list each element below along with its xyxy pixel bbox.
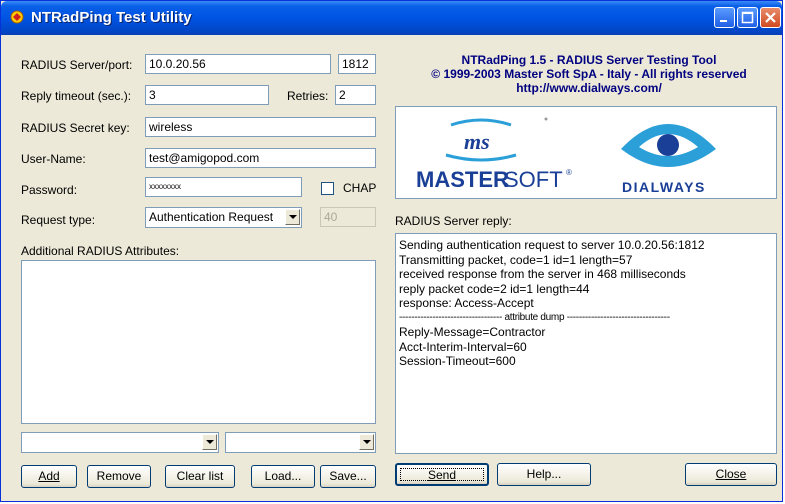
password-label: Password: — [21, 183, 78, 197]
chevron-down-icon[interactable] — [285, 209, 300, 225]
username-label: User-Name: — [21, 152, 86, 166]
close-button-label: Close — [715, 467, 747, 481]
mastersoft-logo-soft: SOFT — [504, 167, 563, 192]
request-code-input: 40 — [320, 207, 376, 227]
reply-line: reply packet code=2 id=1 length=44 — [399, 281, 590, 296]
attributes-label: Additional RADIUS Attributes: — [21, 244, 180, 258]
svg-text:®: ® — [566, 168, 572, 177]
send-button[interactable]: Send — [395, 463, 489, 486]
title-bar[interactable]: NTRadPing Test Utility — [1, 1, 782, 35]
header-line-3: http://www.dialways.com/ — [516, 81, 662, 95]
add-button-label: Add — [38, 469, 60, 483]
close-window-button[interactable] — [760, 7, 781, 28]
help-button[interactable]: Help... — [497, 463, 591, 486]
server-port-label: RADIUS Server/port: — [21, 58, 133, 72]
add-button[interactable]: Add — [21, 465, 77, 488]
chevron-down-icon[interactable] — [202, 434, 217, 450]
header-info: NTRadPing 1.5 - RADIUS Server Testing To… — [395, 53, 783, 95]
attributes-list[interactable] — [21, 260, 376, 424]
reply-line: Sending authentication request to server… — [399, 238, 705, 252]
save-button[interactable]: Save... — [320, 465, 376, 488]
server-port-input[interactable]: 1812 — [338, 54, 376, 74]
maximize-button[interactable] — [737, 7, 758, 28]
header-line-1: NTRadPing 1.5 - RADIUS Server Testing To… — [461, 53, 717, 67]
reply-line: Transmitting packet, code=1 id=1 length=… — [399, 252, 633, 267]
logo-panel: ms MASTER SOFT ® DIALWAYS — [395, 106, 777, 199]
clear-list-button[interactable]: Clear list — [165, 465, 235, 488]
dialways-logo-text: DIALWAYS — [622, 179, 706, 195]
send-button-label: Send — [427, 468, 457, 482]
close-button[interactable]: Close — [685, 463, 777, 486]
help-button-label: Help... — [526, 467, 562, 481]
chevron-down-icon[interactable] — [359, 434, 374, 450]
window-title: NTRadPing Test Utility — [31, 9, 192, 26]
request-type-value: Authentication Request — [149, 210, 274, 224]
secret-key-input[interactable]: wireless — [145, 117, 376, 137]
request-type-select[interactable]: Authentication Request — [145, 207, 302, 228]
reply-line: ---------------------------------- attri… — [399, 311, 670, 323]
app-icon — [10, 10, 24, 24]
attribute-value-select[interactable] — [225, 432, 376, 453]
minimize-icon — [720, 20, 727, 22]
reply-line: Session-Timeout=600 — [399, 354, 516, 368]
reply-line: Reply-Message=Contractor — [399, 325, 546, 339]
username-input[interactable]: test@amigopod.com — [145, 148, 376, 168]
app-window: NTRadPing Test Utility RADIUS Server/por… — [0, 0, 783, 502]
chap-label: CHAP — [343, 181, 377, 195]
secret-key-label: RADIUS Secret key: — [21, 121, 130, 135]
reply-timeout-label: Reply timeout (sec.): — [21, 89, 132, 103]
minimize-button[interactable] — [714, 7, 735, 28]
reply-line: received response from the server in 468… — [399, 267, 686, 281]
attribute-name-select[interactable] — [21, 432, 219, 453]
clear-list-button-label: Clear list — [176, 469, 224, 483]
request-type-label: Request type: — [21, 213, 96, 227]
maximize-icon — [741, 11, 754, 24]
reply-line: Acct-Interim-Interval=60 — [399, 339, 527, 354]
server-reply-label: RADIUS Server reply: — [395, 214, 512, 228]
header-line-2: © 1999-2003 Master Soft SpA - Italy - Al… — [431, 67, 747, 81]
mastersoft-dialways-logo: ms MASTER SOFT ® DIALWAYS — [416, 117, 716, 195]
load-button[interactable]: Load... — [251, 465, 315, 488]
remove-button-label: Remove — [96, 469, 142, 483]
server-reply-output[interactable]: Sending authentication request to server… — [395, 233, 777, 454]
reply-timeout-input[interactable]: 3 — [145, 85, 269, 105]
password-input[interactable]: xxxxxxxx — [145, 177, 302, 197]
ms-logo-text: ms — [464, 129, 490, 154]
mastersoft-logo-master: MASTER — [416, 167, 509, 192]
close-icon — [765, 12, 776, 23]
retries-input[interactable]: 2 — [335, 85, 376, 105]
retries-label: Retries: — [287, 89, 329, 103]
remove-button[interactable]: Remove — [87, 465, 151, 488]
chap-checkbox[interactable] — [321, 182, 334, 195]
server-address-input[interactable]: 10.0.20.56 — [145, 54, 331, 74]
reply-line: response: Access-Accept — [399, 296, 534, 310]
save-button-label: Save... — [329, 469, 367, 483]
load-button-label: Load... — [264, 469, 302, 483]
